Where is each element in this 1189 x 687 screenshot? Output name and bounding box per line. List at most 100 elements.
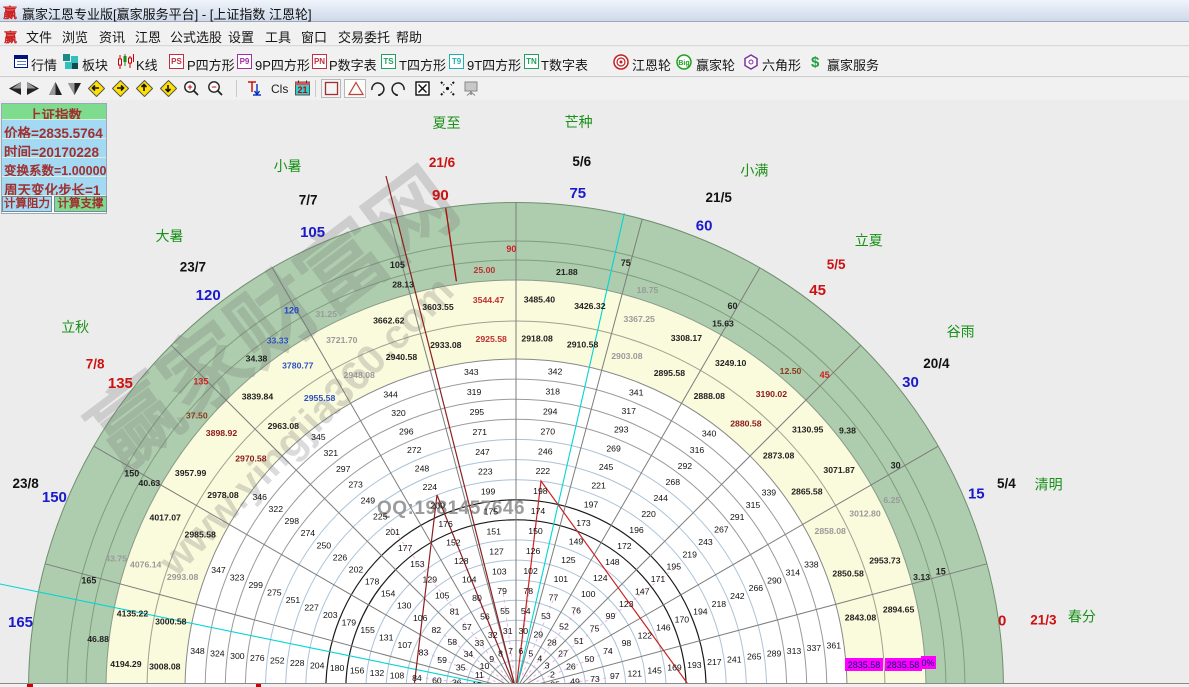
svg-text:78: 78 <box>523 586 533 596</box>
svg-text:2940.58: 2940.58 <box>386 352 418 362</box>
svg-text:5/4: 5/4 <box>997 476 1016 491</box>
svg-text:148: 148 <box>605 557 620 567</box>
svg-text:105: 105 <box>300 224 325 241</box>
svg-text:300: 300 <box>230 651 245 661</box>
svg-text:135: 135 <box>193 376 208 386</box>
svg-text:3249.10: 3249.10 <box>715 358 747 368</box>
svg-text:225: 225 <box>373 511 388 521</box>
svg-text:248: 248 <box>415 464 430 474</box>
svg-text:9: 9 <box>489 654 494 664</box>
svg-text:32: 32 <box>488 630 498 640</box>
svg-text:105: 105 <box>390 260 405 270</box>
svg-text:173: 173 <box>576 518 591 528</box>
svg-text:33: 33 <box>474 638 484 648</box>
svg-text:250: 250 <box>317 540 332 550</box>
svg-text:50: 50 <box>585 654 595 664</box>
svg-text:274: 274 <box>301 528 316 538</box>
svg-text:21/5: 21/5 <box>706 190 733 205</box>
svg-text:195: 195 <box>667 562 682 572</box>
svg-text:15: 15 <box>936 566 946 576</box>
svg-text:QQ:1981457646: QQ:1981457646 <box>377 498 525 519</box>
svg-text:345: 345 <box>311 432 326 442</box>
svg-text:346: 346 <box>252 492 267 502</box>
svg-text:244: 244 <box>653 493 668 503</box>
svg-text:2858.08: 2858.08 <box>814 526 846 536</box>
svg-text:18.75: 18.75 <box>637 285 659 295</box>
svg-text:34.38: 34.38 <box>246 354 268 364</box>
svg-text:101: 101 <box>554 574 569 584</box>
svg-text:45: 45 <box>809 282 826 299</box>
svg-text:343: 343 <box>464 367 479 377</box>
svg-text:98: 98 <box>622 638 632 648</box>
svg-text:97: 97 <box>610 671 620 681</box>
svg-text:322: 322 <box>269 504 284 514</box>
svg-text:79: 79 <box>497 586 507 596</box>
svg-text:126: 126 <box>526 546 541 556</box>
svg-text:大暑: 大暑 <box>156 228 184 244</box>
svg-text:56: 56 <box>480 612 490 622</box>
svg-text:316: 316 <box>690 445 705 455</box>
svg-text:203: 203 <box>323 610 338 620</box>
svg-text:130: 130 <box>397 601 412 611</box>
svg-text:3012.80: 3012.80 <box>849 509 881 519</box>
svg-text:340: 340 <box>702 429 717 439</box>
svg-text:2873.08: 2873.08 <box>763 451 795 461</box>
svg-text:108: 108 <box>390 670 405 680</box>
svg-text:169: 169 <box>667 663 682 673</box>
svg-text:249: 249 <box>361 496 376 506</box>
svg-text:43.75: 43.75 <box>105 554 127 564</box>
svg-text:218: 218 <box>712 599 727 609</box>
svg-text:153: 153 <box>410 559 425 569</box>
svg-text:178: 178 <box>365 577 380 587</box>
svg-text:165: 165 <box>81 575 96 585</box>
svg-text:294: 294 <box>543 406 558 416</box>
svg-text:272: 272 <box>407 445 422 455</box>
svg-text:7: 7 <box>508 646 513 656</box>
svg-text:201: 201 <box>385 527 400 537</box>
svg-text:170: 170 <box>675 615 690 625</box>
svg-text:75: 75 <box>621 258 631 268</box>
svg-text:2978.08: 2978.08 <box>207 490 239 500</box>
svg-text:小满: 小满 <box>740 163 768 179</box>
svg-text:228: 228 <box>290 658 305 668</box>
svg-text:223: 223 <box>478 467 493 477</box>
svg-text:315: 315 <box>746 500 761 510</box>
svg-text:23/7: 23/7 <box>180 259 206 274</box>
svg-text:2925.58: 2925.58 <box>475 334 507 344</box>
svg-text:242: 242 <box>730 591 745 601</box>
svg-text:3662.62: 3662.62 <box>373 315 405 325</box>
svg-text:90: 90 <box>432 187 449 204</box>
svg-text:0: 0 <box>998 613 1006 630</box>
svg-text:270: 270 <box>541 426 556 436</box>
svg-text:132: 132 <box>370 668 385 678</box>
svg-text:104: 104 <box>462 575 477 585</box>
svg-text:75: 75 <box>569 185 586 202</box>
svg-text:5: 5 <box>528 648 533 658</box>
svg-text:151: 151 <box>486 527 501 537</box>
svg-text:361: 361 <box>827 640 842 650</box>
svg-text:8: 8 <box>498 649 503 659</box>
svg-text:3603.55: 3603.55 <box>422 302 454 312</box>
svg-text:3367.25: 3367.25 <box>623 314 655 324</box>
svg-text:175: 175 <box>484 507 499 517</box>
svg-text:3308.17: 3308.17 <box>671 333 703 343</box>
svg-text:106: 106 <box>413 613 428 623</box>
svg-text:春分: 春分 <box>1068 609 1096 625</box>
svg-text:127: 127 <box>489 546 504 556</box>
svg-text:341: 341 <box>629 388 644 398</box>
svg-text:5/6: 5/6 <box>572 154 591 169</box>
svg-text:77: 77 <box>549 593 559 603</box>
svg-text:74: 74 <box>603 646 613 656</box>
svg-text:338: 338 <box>804 560 819 570</box>
svg-text:199: 199 <box>481 487 496 497</box>
svg-text:6: 6 <box>518 646 523 656</box>
svg-text:2948.08: 2948.08 <box>343 370 375 380</box>
svg-text:立夏: 立夏 <box>855 233 883 249</box>
svg-text:194: 194 <box>693 607 708 617</box>
svg-text:180: 180 <box>330 663 345 673</box>
svg-text:241: 241 <box>727 654 742 664</box>
svg-text:292: 292 <box>678 461 693 471</box>
svg-text:202: 202 <box>349 565 364 575</box>
svg-text:105: 105 <box>435 591 450 601</box>
svg-text:2963.08: 2963.08 <box>268 421 300 431</box>
